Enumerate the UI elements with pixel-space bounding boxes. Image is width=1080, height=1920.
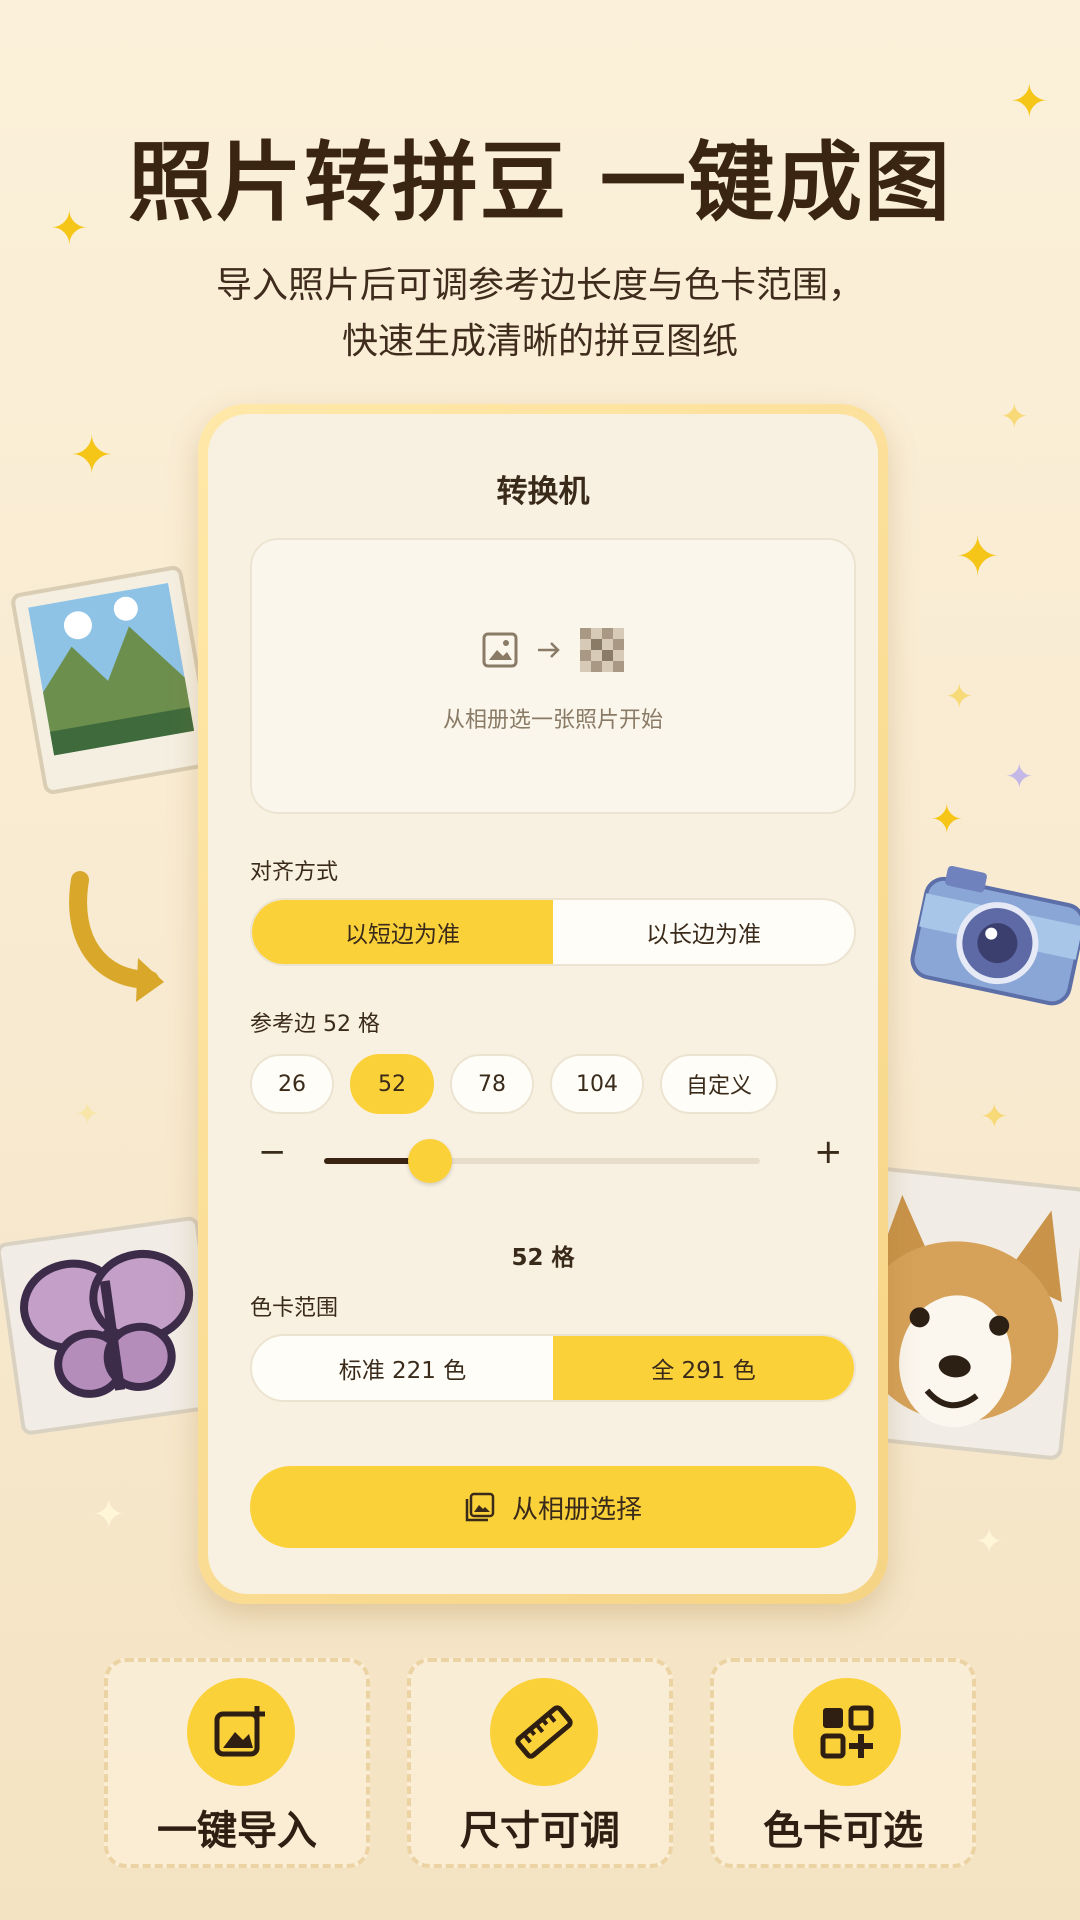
- pixel-camera-icon: [910, 865, 1080, 1006]
- arrow-right-icon: [538, 642, 560, 658]
- align-segmented-control: 以短边为准 以长边为准: [250, 898, 856, 966]
- pixel-landscape-photo-icon: [11, 566, 215, 794]
- sparkle-icon: ✦: [975, 1522, 1004, 1562]
- feature-card-import: 一键导入: [104, 1658, 370, 1868]
- curved-arrow-icon: [69, 871, 164, 1002]
- sparkle-icon: ✦: [955, 525, 1001, 588]
- slider-plus-button[interactable]: +: [814, 1132, 843, 1172]
- align-label: 对齐方式: [250, 860, 339, 885]
- feature-icon-circle: [187, 1678, 295, 1786]
- reference-label: 参考边 52 格: [250, 1012, 380, 1037]
- preview-hint: 从相册选一张照片开始: [442, 708, 663, 733]
- select-from-album-label: 从相册选择: [511, 1494, 642, 1525]
- align-long-side-option[interactable]: 以长边为准: [553, 900, 854, 964]
- palette-standard-option[interactable]: 标准 221 色: [252, 1336, 553, 1400]
- reference-slider-thumb[interactable]: [408, 1139, 452, 1183]
- sparkle-icon: ✦: [75, 1097, 101, 1132]
- feature-label: 色卡可选: [763, 1807, 923, 1854]
- palette-segmented-control: 标准 221 色 全 291 色: [250, 1334, 856, 1402]
- image-add-icon: [214, 1706, 265, 1757]
- hero-title: 照片转拼豆 一键成图: [128, 132, 952, 233]
- feature-icon-circle: [490, 1678, 598, 1786]
- sparkle-icon: ✦: [70, 426, 114, 486]
- hero-subtitle-line-1: 导入照片后可调参考边长度与色卡范围，: [215, 265, 864, 306]
- feature-label: 一键导入: [157, 1807, 317, 1854]
- sparkle-icon: ✦: [980, 1097, 1009, 1137]
- feature-icon-circle: [793, 1678, 901, 1786]
- feature-card-size: 尺寸可调: [407, 1658, 673, 1868]
- reference-chip-26[interactable]: 26: [250, 1054, 334, 1114]
- sparkle-icon: ✦: [945, 677, 974, 717]
- feature-card-palette: 色卡可选: [710, 1658, 976, 1868]
- select-from-album-button[interactable]: 从相册选择: [250, 1466, 856, 1548]
- hero-subtitle: 导入照片后可调参考边长度与色卡范围， 快速生成清晰的拼豆图纸: [0, 258, 1080, 370]
- reference-chip-custom[interactable]: 自定义: [660, 1054, 779, 1114]
- pixel-butterfly-icon: [0, 1216, 224, 1435]
- sparkle-icon: ✦: [1000, 397, 1029, 437]
- phone-frame: 转换机 从相册选一张照片开始 对齐方式 以短边为准 以长边为准 参考边 52 格…: [198, 404, 888, 1604]
- screen-title: 转换机: [496, 474, 590, 510]
- pixel-grid-icon: [580, 628, 624, 672]
- reference-chips: 26 52 78 104 自定义: [250, 1054, 779, 1114]
- feature-label: 尺寸可调: [460, 1807, 620, 1854]
- image-icon: [482, 632, 518, 668]
- hero-subtitle-line-2: 快速生成清晰的拼豆图纸: [341, 321, 738, 362]
- palette-label: 色卡范围: [250, 1296, 339, 1321]
- reference-chip-78[interactable]: 78: [450, 1054, 534, 1114]
- photo-preview-area[interactable]: 从相册选一张照片开始: [250, 538, 856, 814]
- grid-count-value: 52 格: [511, 1245, 575, 1271]
- converter-screen: 转换机 从相册选一张照片开始 对齐方式 以短边为准 以长边为准 参考边 52 格…: [208, 414, 878, 1594]
- sparkle-icon: ✦: [50, 201, 89, 255]
- palette-full-option[interactable]: 全 291 色: [553, 1336, 854, 1400]
- sparkle-icon: ✦: [1010, 74, 1049, 128]
- sparkle-icon: ✦: [1005, 757, 1034, 797]
- ruler-icon: [515, 1705, 573, 1759]
- sparkle-icon: ✦: [930, 797, 964, 843]
- sparkle-icon: ✦: [92, 1492, 126, 1538]
- album-icon: [465, 1492, 495, 1522]
- reference-chip-104[interactable]: 104: [550, 1054, 644, 1114]
- slider-minus-button[interactable]: −: [258, 1132, 287, 1172]
- preview-icons: [252, 628, 854, 672]
- qr-grid-icon: [820, 1705, 874, 1759]
- align-short-side-option[interactable]: 以短边为准: [252, 900, 553, 964]
- reference-chip-52[interactable]: 52: [350, 1054, 434, 1114]
